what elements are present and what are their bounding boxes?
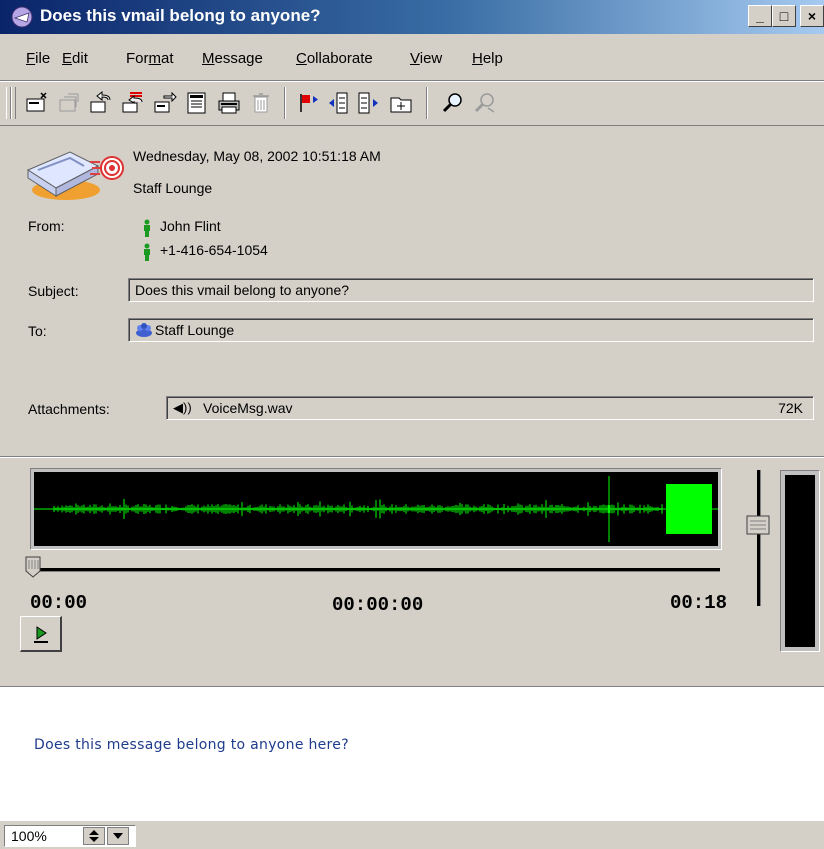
- reply-all-icon[interactable]: [120, 90, 146, 116]
- menu-collaborate-accel: C: [296, 50, 307, 67]
- volume-slider-thumb[interactable]: [746, 514, 770, 536]
- zoom-control[interactable]: 100%: [4, 825, 136, 847]
- attachment-size: 72K: [778, 400, 803, 416]
- menu-help[interactable]: Help: [472, 50, 503, 67]
- menu-edit-label: dit: [72, 50, 88, 67]
- speaker-icon: ◀)): [173, 400, 192, 415]
- waveform-frame: [30, 468, 722, 550]
- message-body-text: Does this message belong to anyone here?: [34, 737, 349, 753]
- title-bar[interactable]: Does this vmail belong to anyone? _ □ ×: [0, 0, 824, 34]
- find-icon[interactable]: [440, 90, 466, 116]
- subject-label: Subject:: [28, 283, 79, 299]
- zoom-spin-button[interactable]: [83, 827, 105, 845]
- menu-file-label: ile: [35, 50, 51, 67]
- menu-file[interactable]: File: [26, 50, 50, 67]
- from-name[interactable]: John Flint: [160, 218, 221, 234]
- menu-format[interactable]: Format: [126, 50, 174, 67]
- message-date: Wednesday, May 08, 2002 10:51:18 AM: [133, 148, 381, 164]
- to-field[interactable]: Staff Lounge: [128, 318, 814, 342]
- menu-format-accel: m: [148, 50, 162, 67]
- attachments-label: Attachments:: [28, 401, 110, 417]
- minimize-button[interactable]: _: [748, 5, 772, 27]
- move-to-folder-icon[interactable]: [388, 90, 414, 116]
- voicemail-message-icon: [26, 151, 124, 200]
- close-button[interactable]: ×: [800, 5, 824, 27]
- menu-format-pre: For: [126, 50, 149, 67]
- attachment-field[interactable]: ◀)) VoiceMsg.wav 72K: [166, 396, 814, 420]
- menu-view-label: iew: [419, 50, 443, 67]
- zoom-level: 100%: [11, 828, 47, 844]
- waveform-loud-segment: [666, 484, 712, 534]
- new-message-icon[interactable]: [24, 90, 50, 116]
- group-icon: [136, 323, 152, 337]
- toolbar: [0, 80, 824, 126]
- menu-edit-accel: E: [62, 50, 73, 67]
- play-button[interactable]: [20, 616, 62, 652]
- volume-meter-display: [785, 475, 815, 647]
- to-label: To:: [28, 323, 47, 339]
- play-icon: [34, 626, 48, 643]
- current-time: 00:00:00: [332, 594, 424, 616]
- menu-file-accel: F: [26, 50, 36, 67]
- spin-arrows-icon: [89, 830, 99, 842]
- position-track[interactable]: [32, 568, 720, 572]
- toolbar-separator: [284, 87, 286, 119]
- delete-icon[interactable]: [248, 90, 274, 116]
- menu-collaborate-label: ollaborate: [306, 50, 373, 67]
- reply-icon[interactable]: [88, 90, 114, 116]
- previous-icon[interactable]: [326, 90, 352, 116]
- start-time: 00:00: [30, 592, 88, 614]
- menu-help-accel: H: [472, 50, 483, 67]
- subject-field[interactable]: Does this vmail belong to anyone?: [128, 278, 814, 302]
- chevron-down-icon: [113, 833, 123, 839]
- menu-message-accel: M: [202, 50, 215, 67]
- status-bar: 100%: [0, 820, 824, 849]
- person-icon: [144, 219, 150, 237]
- header-divider: [0, 456, 824, 458]
- menu-bar: File Edit Format Message Collaborate Vie…: [0, 46, 824, 72]
- window-title: Does this vmail belong to anyone?: [40, 6, 321, 25]
- position-slider-thumb[interactable]: [25, 556, 41, 578]
- menu-message-label: essage: [214, 50, 263, 67]
- toolbar-separator-2: [426, 87, 428, 119]
- menu-help-label: elp: [482, 50, 503, 67]
- from-phone[interactable]: +1-416-654-1054: [160, 242, 268, 258]
- end-time: 00:18: [670, 592, 728, 614]
- volume-meter: [780, 470, 820, 652]
- menu-collaborate[interactable]: Collaborate: [296, 50, 373, 67]
- menu-format-label: at: [161, 50, 174, 67]
- print-icon[interactable]: [216, 90, 242, 116]
- find-next-icon[interactable]: [472, 90, 498, 116]
- toolbar-grip-2[interactable]: [11, 87, 16, 119]
- menu-message[interactable]: Message: [202, 50, 263, 67]
- next-icon[interactable]: [356, 90, 382, 116]
- forward-icon[interactable]: [152, 90, 178, 116]
- attachment-name: VoiceMsg.wav: [203, 400, 293, 416]
- reply-disabled-icon[interactable]: [56, 90, 82, 116]
- zoom-dropdown-button[interactable]: [107, 827, 129, 845]
- menu-view-accel: V: [410, 50, 420, 67]
- volume-track[interactable]: [757, 470, 761, 606]
- phone-person-icon: [144, 243, 150, 261]
- waveform-display[interactable]: [34, 472, 718, 546]
- from-label: From:: [28, 218, 65, 234]
- message-window: Does this vmail belong to anyone? _ □ × …: [0, 0, 824, 849]
- message-location: Staff Lounge: [133, 180, 213, 196]
- message-body[interactable]: Does this message belong to anyone here?: [0, 686, 824, 821]
- maximize-button[interactable]: □: [772, 5, 796, 27]
- menu-edit[interactable]: Edit: [62, 50, 88, 67]
- to-recipient: Staff Lounge: [155, 322, 235, 338]
- menu-view[interactable]: View: [410, 50, 442, 67]
- flag-icon[interactable]: [296, 90, 322, 116]
- app-icon: [11, 6, 33, 28]
- properties-icon[interactable]: [184, 90, 210, 116]
